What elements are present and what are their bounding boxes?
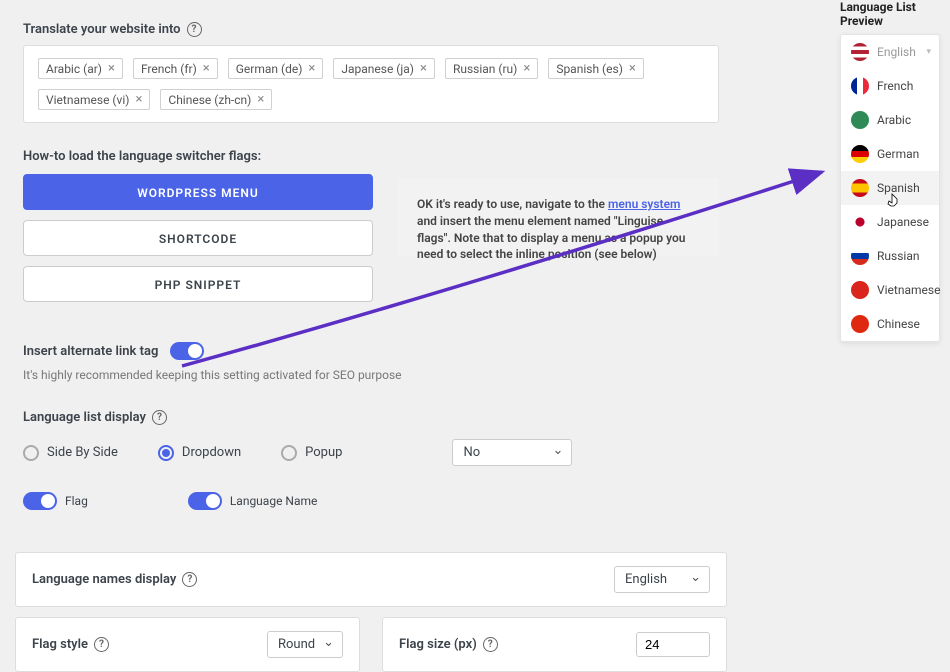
flag-icon xyxy=(851,179,869,197)
switcher-info: OK it's ready to use, navigate to the me… xyxy=(397,178,719,256)
language-tag[interactable]: Japanese (ja)× xyxy=(333,58,435,79)
preview-item[interactable]: Russian xyxy=(841,239,939,273)
close-icon[interactable]: × xyxy=(135,92,142,107)
flag-icon xyxy=(851,213,869,231)
preview-item[interactable]: Arabic xyxy=(841,103,939,137)
preview-item[interactable]: Chinese xyxy=(841,307,939,341)
language-name-toggle[interactable] xyxy=(188,492,222,510)
radio-icon xyxy=(158,445,174,461)
preview-title: Language List Preview xyxy=(840,0,940,28)
language-list-preview: Language List Preview EnglishFrenchArabi… xyxy=(840,0,940,342)
close-icon[interactable]: × xyxy=(257,92,264,107)
php-snippet-button[interactable]: PHP SNIPPET xyxy=(23,266,373,302)
flag-icon xyxy=(851,43,869,61)
flag-style-select[interactable]: Round xyxy=(267,631,343,658)
flag-icon xyxy=(851,111,869,129)
close-icon[interactable]: × xyxy=(308,61,315,76)
language-tags-card: Arabic (ar)× French (fr)× German (de)× Japa… xyxy=(23,45,719,123)
help-icon[interactable]: ? xyxy=(152,410,167,425)
language-tag[interactable]: Russian (ru)× xyxy=(445,58,538,79)
close-icon[interactable]: × xyxy=(108,61,115,76)
flag-size-card: Flag size (px) ? xyxy=(382,617,727,672)
close-icon[interactable]: × xyxy=(420,61,427,76)
help-icon[interactable]: ? xyxy=(483,637,498,652)
menu-system-link[interactable]: menu system xyxy=(608,197,680,211)
flag-icon xyxy=(851,145,869,163)
alternate-label: Insert alternate link tag xyxy=(23,344,158,359)
language-names-card: Language names display ? English xyxy=(15,552,727,607)
radio-icon xyxy=(281,445,297,461)
preview-item[interactable]: Spanish xyxy=(841,171,939,205)
radio-icon xyxy=(23,445,39,461)
display-label: Language list display ? xyxy=(23,410,719,425)
radio-popup[interactable]: Popup xyxy=(281,445,342,461)
radio-side-by-side[interactable]: Side By Side xyxy=(23,445,118,461)
shortcode-button[interactable]: SHORTCODE xyxy=(23,220,373,256)
language-tag[interactable]: Vietnamese (vi)× xyxy=(38,89,150,110)
radio-dropdown[interactable]: Dropdown xyxy=(158,445,241,461)
help-icon[interactable]: ? xyxy=(94,637,109,652)
language-tag[interactable]: Arabic (ar)× xyxy=(38,58,123,79)
alternate-hint: It's highly recommended keeping this set… xyxy=(23,368,719,382)
help-icon[interactable]: ? xyxy=(182,572,197,587)
language-name-label: Language Name xyxy=(230,494,318,508)
language-tag[interactable]: German (de)× xyxy=(228,58,324,79)
language-tag[interactable]: Spanish (es)× xyxy=(548,58,644,79)
display-select[interactable]: No xyxy=(452,439,572,466)
close-icon[interactable]: × xyxy=(629,61,636,76)
alternate-toggle[interactable] xyxy=(170,342,204,360)
flag-label: Flag xyxy=(65,494,88,508)
names-label: Language names display xyxy=(32,572,176,587)
preview-item[interactable]: French xyxy=(841,69,939,103)
names-select[interactable]: English xyxy=(614,566,710,593)
flag-icon xyxy=(851,315,869,333)
flag-size-label: Flag size (px) xyxy=(399,637,477,652)
flag-icon xyxy=(851,77,869,95)
language-tag[interactable]: French (fr)× xyxy=(133,58,218,79)
flag-icon xyxy=(851,247,869,265)
flag-toggle[interactable] xyxy=(23,492,57,510)
preview-item[interactable]: Vietnamese xyxy=(841,273,939,307)
close-icon[interactable]: × xyxy=(203,61,210,76)
translate-label: Translate your website into ? xyxy=(23,22,719,37)
flag-size-input[interactable] xyxy=(636,632,710,657)
language-tag[interactable]: Chinese (zh-cn)× xyxy=(160,89,272,110)
flag-style-card: Flag style ? Round xyxy=(15,617,360,672)
wordpress-menu-button[interactable]: WORDPRESS MENU xyxy=(23,174,373,210)
help-icon[interactable]: ? xyxy=(187,22,202,37)
preview-item[interactable]: Japanese xyxy=(841,205,939,239)
switcher-label: How-to load the language switcher flags: xyxy=(23,149,719,164)
close-icon[interactable]: × xyxy=(523,61,530,76)
flag-icon xyxy=(851,281,869,299)
preview-item[interactable]: German xyxy=(841,137,939,171)
preview-item[interactable]: English xyxy=(841,35,939,69)
flag-style-label: Flag style xyxy=(32,637,88,652)
